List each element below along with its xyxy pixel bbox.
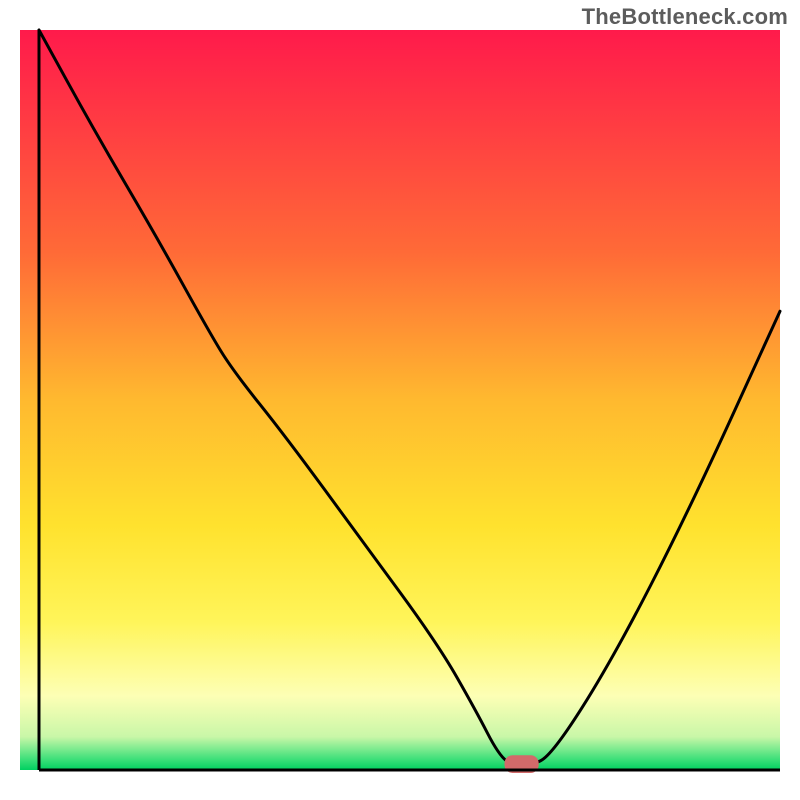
watermark-text: TheBottleneck.com xyxy=(582,4,788,30)
bottleneck-chart xyxy=(0,0,800,800)
chart-container: TheBottleneck.com xyxy=(0,0,800,800)
gradient-background xyxy=(20,30,780,770)
